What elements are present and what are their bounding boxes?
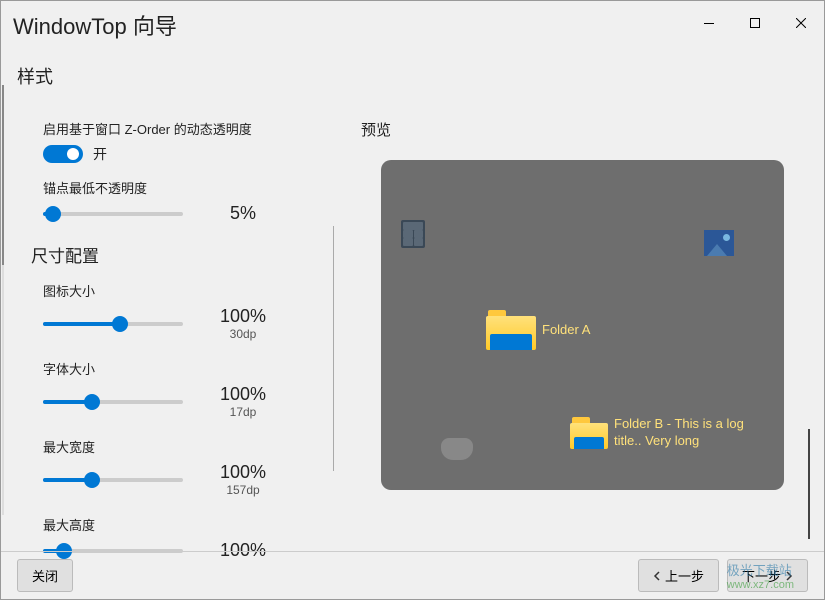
calculator-icon [401,220,425,248]
font-size-slider[interactable] [43,400,183,404]
chevron-left-icon [653,571,661,581]
font-size-label: 字体大小 [43,359,331,378]
toggle-on-label: 开 [93,144,107,164]
chevron-right-icon [785,571,793,581]
left-scrollbar[interactable] [2,85,4,515]
pictures-icon [704,230,734,256]
folder-b: Folder B - This is a log title.. Very lo… [570,416,764,450]
anchor-opacity-label: 锚点最低不透明度 [43,178,331,197]
max-height-label: 最大高度 [43,515,331,534]
icon-size-label: 图标大小 [43,281,331,300]
next-button[interactable]: 下一步 [727,559,808,592]
preview-panel: 预览 Folder A Folder B - This is a log tit… [341,89,824,559]
footer: 关闭 上一步 下一步 [1,551,824,599]
size-config-header: 尺寸配置 [31,242,331,267]
panel-separator [333,226,334,471]
minimize-button[interactable] [686,9,732,37]
max-width-label: 最大宽度 [43,437,331,456]
close-wizard-button[interactable]: 关闭 [17,559,73,592]
section-title: 样式 [1,51,824,89]
font-size-value: 100% 17dp [203,384,283,419]
game-controller-icon [441,438,473,460]
max-width-slider[interactable] [43,478,183,482]
anchor-opacity-slider[interactable] [43,212,183,216]
zorder-transparency-label: 启用基于窗口 Z-Order 的动态透明度 [43,119,331,138]
preview-title: 预览 [361,119,804,140]
icon-size-value: 100% 30dp [203,306,283,341]
anchor-opacity-value: 5% [203,203,283,224]
folder-a: Folder A [486,310,590,350]
maximize-button[interactable] [732,9,778,37]
zorder-toggle[interactable] [43,145,83,163]
close-button[interactable] [778,9,824,37]
titlebar: WindowTop 向导 [1,1,824,51]
prev-button[interactable]: 上一步 [638,559,719,592]
preview-box: Folder A Folder B - This is a log title.… [381,160,784,490]
max-width-value: 100% 157dp [203,462,283,497]
settings-panel: 启用基于窗口 Z-Order 的动态透明度 开 锚点最低不透明度 5% 尺寸配置… [11,89,341,559]
preview-scrollbar[interactable] [808,429,810,539]
window-title: WindowTop 向导 [13,9,177,41]
icon-size-slider[interactable] [43,322,183,326]
